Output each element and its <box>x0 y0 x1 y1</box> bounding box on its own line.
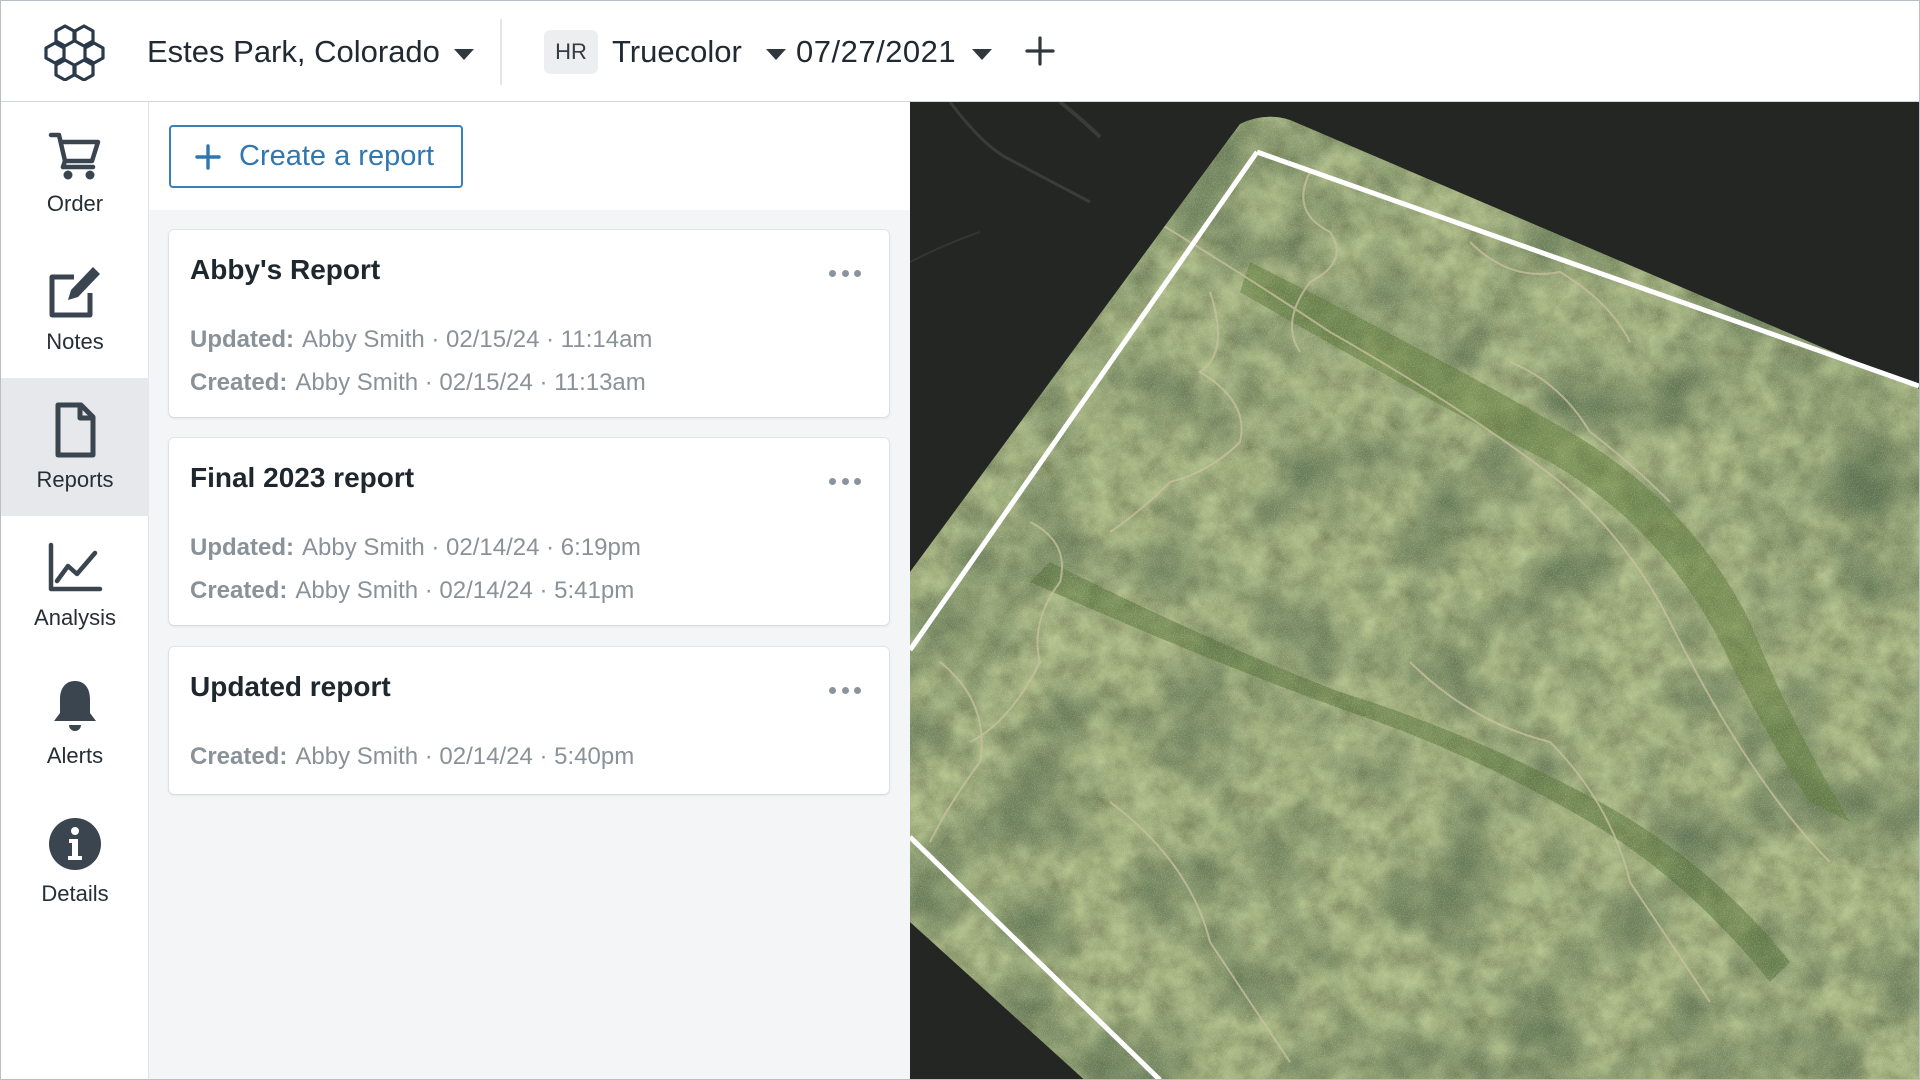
nav-item-details[interactable]: Details <box>1 792 149 930</box>
bell-icon <box>54 681 96 731</box>
side-nav: Order Notes Reports Analysis Alerts Deta… <box>0 102 149 1080</box>
nav-label: Alerts <box>46 743 104 768</box>
document-icon <box>55 402 96 458</box>
cart-icon <box>48 132 101 180</box>
chevron-down-icon <box>972 48 993 60</box>
nav-label: Details <box>41 881 109 906</box>
date-selector[interactable]: 07/27/2021 <box>796 29 993 75</box>
updated-label: Updated: <box>190 326 294 353</box>
plus-icon <box>195 143 221 170</box>
created-value: Abby Smith · 02/14/24 · 5:41pm <box>295 577 635 604</box>
report-created: Created: Abby Smith · 02/14/24 · 5:41pm <box>190 577 634 605</box>
nav-item-analysis[interactable]: Analysis <box>1 516 149 654</box>
hexagon-logo-icon[interactable] <box>39 23 109 81</box>
resolution-badge: HR <box>544 30 598 74</box>
created-value: Abby Smith · 02/15/24 · 11:13am <box>295 369 646 396</box>
nav-label: Notes <box>46 329 104 354</box>
nav-label: Order <box>46 191 104 216</box>
nav-label: Reports <box>36 467 114 492</box>
add-layer-button[interactable] <box>1023 34 1057 68</box>
nav-item-reports[interactable]: Reports <box>1 378 149 516</box>
imagery-date: 07/27/2021 <box>796 34 957 69</box>
satellite-map[interactable] <box>910 102 1919 1080</box>
report-updated: Updated: Abby Smith · 02/14/24 · 6:19pm <box>190 534 641 562</box>
info-icon <box>49 818 101 870</box>
top-header: Estes Park, Colorado HR Truecolor 07/27/… <box>0 0 1920 102</box>
chevron-down-icon <box>765 48 786 60</box>
nav-item-alerts[interactable]: Alerts <box>1 654 149 792</box>
line-chart-icon <box>48 542 103 592</box>
created-label: Created: <box>190 577 288 604</box>
location-name: Estes Park, Colorado <box>147 34 440 69</box>
nav-label: Analysis <box>34 605 116 630</box>
report-title: Final 2023 report <box>190 462 415 493</box>
created-label: Created: <box>190 743 288 770</box>
report-card[interactable]: Abby's Report Updated: Abby Smith · 02/15… <box>169 230 889 417</box>
more-options-icon[interactable] <box>829 478 861 486</box>
chevron-down-icon <box>453 48 474 60</box>
updated-value: Abby Smith · 02/14/24 · 6:19pm <box>302 534 641 561</box>
created-value: Abby Smith · 02/14/24 · 5:40pm <box>295 743 635 770</box>
more-options-icon[interactable] <box>829 687 861 695</box>
updated-value: Abby Smith · 02/15/24 · 11:14am <box>302 326 653 353</box>
report-card[interactable]: Final 2023 report Updated: Abby Smith · 0… <box>169 438 889 625</box>
nav-item-order[interactable]: Order <box>1 102 149 240</box>
report-updated: Updated: Abby Smith · 02/15/24 · 11:14am <box>190 326 652 354</box>
report-card[interactable]: Updated report Created: Abby Smith · 02/1… <box>169 647 889 794</box>
layer-name: Truecolor <box>612 34 742 69</box>
header-divider <box>500 19 502 85</box>
layer-selector[interactable]: HR Truecolor <box>544 29 786 75</box>
report-created: Created: Abby Smith · 02/14/24 · 5:40pm <box>190 743 634 771</box>
satellite-imagery[interactable] <box>910 102 1919 1080</box>
edit-note-icon <box>49 267 100 318</box>
report-title: Abby's Report <box>190 254 381 285</box>
panel-toolbar: Create a report <box>149 102 910 210</box>
report-created: Created: Abby Smith · 02/15/24 · 11:13am <box>190 369 646 397</box>
create-report-label: Create a report <box>239 140 435 172</box>
updated-label: Updated: <box>190 534 294 561</box>
location-selector[interactable]: Estes Park, Colorado <box>147 29 474 75</box>
nav-item-notes[interactable]: Notes <box>1 240 149 378</box>
report-title: Updated report <box>190 671 391 702</box>
more-options-icon[interactable] <box>829 270 861 278</box>
created-label: Created: <box>190 369 288 396</box>
create-report-button[interactable]: Create a report <box>169 125 463 188</box>
reports-panel: Create a report Abby's Report Updated: Ab… <box>149 102 910 1080</box>
